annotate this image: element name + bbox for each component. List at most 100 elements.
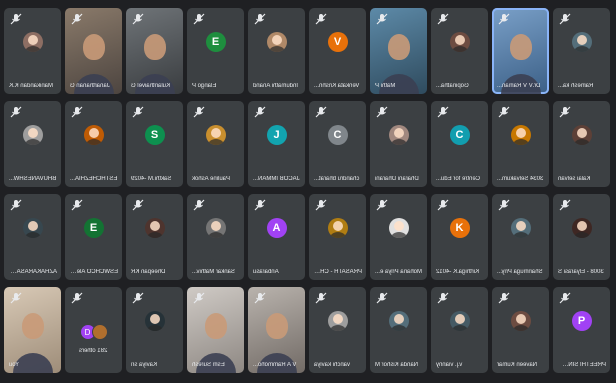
avatar [83, 125, 104, 146]
participant-tile[interactable]: v.j. vianny [431, 287, 488, 373]
participant-tile[interactable]: D 281 others [65, 287, 122, 373]
mic-off-icon [10, 106, 22, 118]
participant-tile[interactable]: ESTHCHEZHIA... [65, 101, 122, 187]
participant-tile[interactable]: Nanda Kishor M [370, 287, 427, 373]
participant-tile[interactable]: Naveen Kumar [492, 287, 549, 373]
participant-tile[interactable]: S Sakthi.M -4029 [126, 101, 183, 187]
participant-tile[interactable]: You [4, 287, 61, 373]
mic-off-icon [10, 292, 22, 304]
participant-tile[interactable]: Gopinatha... [431, 8, 488, 94]
avatar [327, 311, 348, 332]
participant-name: 3008 - Elyarasi S [558, 269, 604, 275]
participant-tile[interactable]: V A Rammoho... [248, 287, 305, 373]
participant-tile[interactable]: Dharani Dharani [370, 101, 427, 187]
participant-grid: Manikandan K.K Janarthanan G Kulanthaivel … [4, 8, 610, 373]
mic-off-icon [498, 106, 510, 118]
participant-name: ESTHCHEZHIA... [70, 176, 118, 182]
avatar [510, 311, 531, 332]
participant-tile[interactable]: Mathi P [370, 8, 427, 94]
mic-off-icon [437, 292, 449, 304]
avatar [388, 125, 409, 146]
participant-tile[interactable]: Kulanthaivel G [126, 8, 183, 94]
mic-off-icon [132, 199, 144, 211]
avatar: E [83, 218, 104, 239]
participant-name: Shanmuga Priy... [497, 269, 543, 275]
video-feed-face [387, 33, 410, 60]
video-feed-face [21, 312, 44, 339]
participant-name: Sakthi.M -4029 [131, 176, 172, 182]
mic-off-icon [315, 292, 327, 304]
participant-tile[interactable]: C Centre for Edu... [431, 101, 488, 187]
avatar [205, 218, 226, 239]
participant-tile[interactable]: vanchi kaviya [309, 287, 366, 373]
participant-tile[interactable]: BHUVANESHW... [4, 101, 61, 187]
participant-tile[interactable]: Shanmuga Priy... [492, 194, 549, 280]
participant-name: Manikandan K.K [9, 83, 54, 89]
avatar: P [571, 311, 592, 332]
mic-off-icon [71, 13, 83, 25]
participant-name: Nanda Kishor M [375, 362, 419, 368]
participant-tile[interactable]: Kaviya sri [126, 287, 183, 373]
others-count: 281 others [79, 348, 108, 354]
participant-name: Ramesh ka... [558, 83, 594, 89]
participant-name: Elango P [192, 83, 217, 89]
participant-name: Centre for Edu... [436, 176, 481, 182]
participant-tile[interactable]: Manikandan K.K [4, 8, 61, 94]
mic-off-icon [437, 199, 449, 211]
participant-tile[interactable]: PRASATH - CHE... [309, 194, 366, 280]
avatar: K [449, 218, 470, 239]
participant-tile[interactable]: Dheepan KR [126, 194, 183, 280]
participant-tile[interactable]: Indumathi Anand [248, 8, 305, 94]
mic-off-icon [315, 106, 327, 118]
mic-off-icon [498, 292, 510, 304]
mic-off-icon [498, 13, 510, 25]
avatar [388, 218, 409, 239]
avatar [571, 125, 592, 146]
avatar: A [266, 218, 287, 239]
mic-off-icon [71, 292, 83, 304]
participant-tile[interactable]: V Venkata Krishn... [309, 8, 366, 94]
participant-tile[interactable]: A Anbarasu [248, 194, 305, 280]
participant-tile[interactable]: Janarthanan G [65, 8, 122, 94]
participant-tile[interactable]: E Elango P [187, 8, 244, 94]
participant-tile[interactable]: Mohana Priya e... [370, 194, 427, 280]
participant-tile[interactable]: J JACOB IMMAN... [248, 101, 305, 187]
participant-name: PRASATH - CHE... [314, 269, 362, 275]
mic-off-icon [559, 13, 571, 25]
participant-tile[interactable]: Dr.V V Raman... [492, 8, 549, 94]
avatar [266, 32, 287, 53]
participant-name: Esm Suresh [192, 362, 225, 368]
mic-off-icon [559, 199, 571, 211]
participant-tile[interactable]: Sankar Mathiv... [187, 194, 244, 280]
avatar: J [266, 125, 287, 146]
avatar [571, 32, 592, 53]
mic-off-icon [132, 13, 144, 25]
participant-tile[interactable]: K Kirthiga.K -4012 [431, 194, 488, 280]
participant-tile[interactable]: P PREETHI SINDHU [553, 287, 610, 373]
participant-tile[interactable]: Esm Suresh [187, 287, 244, 373]
participant-tile[interactable]: Ramesh ka... [553, 8, 610, 94]
participant-name: v.j. vianny [436, 362, 463, 368]
mic-off-icon [254, 13, 266, 25]
avatar [449, 311, 470, 332]
mic-off-icon [10, 13, 22, 25]
avatar [510, 218, 531, 239]
mic-off-icon [498, 199, 510, 211]
mic-off-icon [376, 199, 388, 211]
mic-off-icon [437, 13, 449, 25]
participant-tile[interactable]: AZHAKARASAN... [4, 194, 61, 280]
video-feed-face [143, 33, 166, 60]
participant-tile[interactable]: 3008 - Elyarasi S [553, 194, 610, 280]
participant-tile[interactable]: E ESWCHCO Alex... [65, 194, 122, 280]
participant-name: Janarthanan G [70, 83, 110, 89]
avatar: S [144, 125, 165, 146]
participant-tile[interactable]: Kalai selvan [553, 101, 610, 187]
avatar: E [205, 32, 226, 53]
participant-tile[interactable]: Pauline Ashok [187, 101, 244, 187]
participant-tile[interactable]: Cchandru bharat... [309, 101, 366, 187]
participant-tile[interactable]: 3034 Selvakum... [492, 101, 549, 187]
participant-name: You [9, 362, 20, 368]
avatar [22, 218, 43, 239]
mic-off-icon [10, 199, 22, 211]
participant-name: BHUVANESHW... [9, 176, 57, 182]
